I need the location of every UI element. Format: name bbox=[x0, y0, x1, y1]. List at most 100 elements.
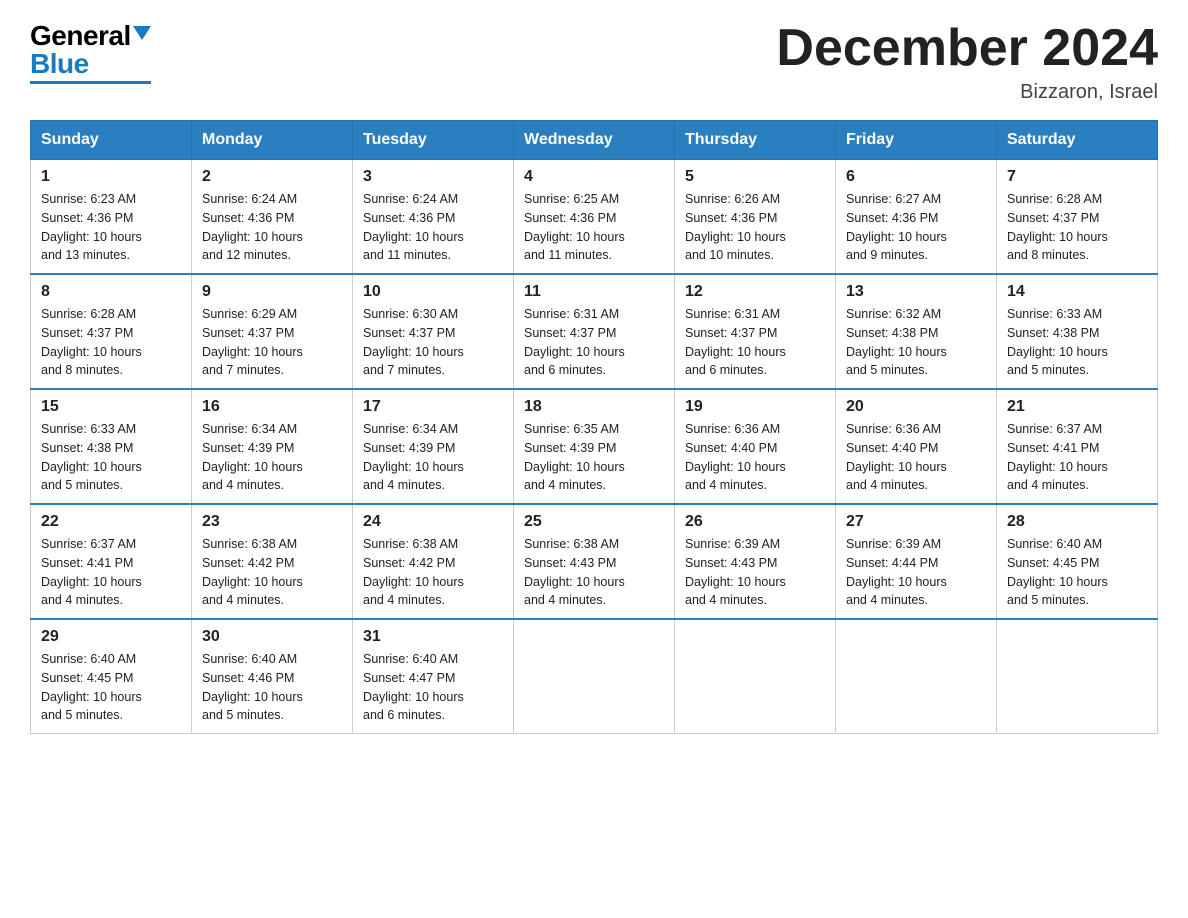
day-info: Sunrise: 6:28 AMSunset: 4:37 PMDaylight:… bbox=[41, 305, 181, 380]
table-row: 23 Sunrise: 6:38 AMSunset: 4:42 PMDaylig… bbox=[192, 504, 353, 619]
day-info: Sunrise: 6:26 AMSunset: 4:36 PMDaylight:… bbox=[685, 190, 825, 265]
day-info: Sunrise: 6:24 AMSunset: 4:36 PMDaylight:… bbox=[202, 190, 342, 265]
table-row: 7 Sunrise: 6:28 AMSunset: 4:37 PMDayligh… bbox=[997, 160, 1158, 275]
day-number: 11 bbox=[524, 283, 664, 301]
table-row: 18 Sunrise: 6:35 AMSunset: 4:39 PMDaylig… bbox=[514, 389, 675, 504]
table-row: 20 Sunrise: 6:36 AMSunset: 4:40 PMDaylig… bbox=[836, 389, 997, 504]
calendar-week-row: 1 Sunrise: 6:23 AMSunset: 4:36 PMDayligh… bbox=[31, 160, 1158, 275]
day-number: 26 bbox=[685, 513, 825, 531]
day-info: Sunrise: 6:27 AMSunset: 4:36 PMDaylight:… bbox=[846, 190, 986, 265]
table-row: 31 Sunrise: 6:40 AMSunset: 4:47 PMDaylig… bbox=[353, 619, 514, 734]
day-info: Sunrise: 6:36 AMSunset: 4:40 PMDaylight:… bbox=[685, 420, 825, 495]
day-number: 28 bbox=[1007, 513, 1147, 531]
day-number: 17 bbox=[363, 398, 503, 416]
col-friday: Friday bbox=[836, 121, 997, 160]
day-number: 22 bbox=[41, 513, 181, 531]
day-info: Sunrise: 6:32 AMSunset: 4:38 PMDaylight:… bbox=[846, 305, 986, 380]
day-number: 1 bbox=[41, 168, 181, 186]
calendar-week-row: 8 Sunrise: 6:28 AMSunset: 4:37 PMDayligh… bbox=[31, 274, 1158, 389]
day-info: Sunrise: 6:39 AMSunset: 4:44 PMDaylight:… bbox=[846, 535, 986, 610]
day-number: 25 bbox=[524, 513, 664, 531]
day-number: 29 bbox=[41, 628, 181, 646]
day-number: 4 bbox=[524, 168, 664, 186]
day-info: Sunrise: 6:28 AMSunset: 4:37 PMDaylight:… bbox=[1007, 190, 1147, 265]
table-row: 29 Sunrise: 6:40 AMSunset: 4:45 PMDaylig… bbox=[31, 619, 192, 734]
day-number: 19 bbox=[685, 398, 825, 416]
day-number: 15 bbox=[41, 398, 181, 416]
day-number: 21 bbox=[1007, 398, 1147, 416]
day-number: 31 bbox=[363, 628, 503, 646]
day-number: 10 bbox=[363, 283, 503, 301]
table-row: 5 Sunrise: 6:26 AMSunset: 4:36 PMDayligh… bbox=[675, 160, 836, 275]
day-number: 2 bbox=[202, 168, 342, 186]
logo-triangle-icon bbox=[133, 26, 151, 40]
day-info: Sunrise: 6:29 AMSunset: 4:37 PMDaylight:… bbox=[202, 305, 342, 380]
logo-blue-text: Blue bbox=[30, 48, 89, 80]
logo-underline bbox=[30, 81, 151, 84]
col-wednesday: Wednesday bbox=[514, 121, 675, 160]
table-row bbox=[836, 619, 997, 734]
day-number: 18 bbox=[524, 398, 664, 416]
table-row: 17 Sunrise: 6:34 AMSunset: 4:39 PMDaylig… bbox=[353, 389, 514, 504]
calendar-week-row: 29 Sunrise: 6:40 AMSunset: 4:45 PMDaylig… bbox=[31, 619, 1158, 734]
day-number: 3 bbox=[363, 168, 503, 186]
day-info: Sunrise: 6:37 AMSunset: 4:41 PMDaylight:… bbox=[1007, 420, 1147, 495]
day-number: 24 bbox=[363, 513, 503, 531]
table-row: 15 Sunrise: 6:33 AMSunset: 4:38 PMDaylig… bbox=[31, 389, 192, 504]
table-row: 26 Sunrise: 6:39 AMSunset: 4:43 PMDaylig… bbox=[675, 504, 836, 619]
day-info: Sunrise: 6:39 AMSunset: 4:43 PMDaylight:… bbox=[685, 535, 825, 610]
day-number: 7 bbox=[1007, 168, 1147, 186]
day-info: Sunrise: 6:37 AMSunset: 4:41 PMDaylight:… bbox=[41, 535, 181, 610]
header-title-block: December 2024 Bizzaron, Israel bbox=[776, 20, 1158, 104]
day-info: Sunrise: 6:34 AMSunset: 4:39 PMDaylight:… bbox=[202, 420, 342, 495]
table-row: 16 Sunrise: 6:34 AMSunset: 4:39 PMDaylig… bbox=[192, 389, 353, 504]
day-info: Sunrise: 6:38 AMSunset: 4:42 PMDaylight:… bbox=[202, 535, 342, 610]
day-info: Sunrise: 6:30 AMSunset: 4:37 PMDaylight:… bbox=[363, 305, 503, 380]
calendar-week-row: 15 Sunrise: 6:33 AMSunset: 4:38 PMDaylig… bbox=[31, 389, 1158, 504]
day-number: 20 bbox=[846, 398, 986, 416]
location-label: Bizzaron, Israel bbox=[776, 81, 1158, 104]
day-info: Sunrise: 6:33 AMSunset: 4:38 PMDaylight:… bbox=[1007, 305, 1147, 380]
table-row bbox=[997, 619, 1158, 734]
table-row: 4 Sunrise: 6:25 AMSunset: 4:36 PMDayligh… bbox=[514, 160, 675, 275]
day-number: 8 bbox=[41, 283, 181, 301]
table-row: 25 Sunrise: 6:38 AMSunset: 4:43 PMDaylig… bbox=[514, 504, 675, 619]
day-info: Sunrise: 6:40 AMSunset: 4:45 PMDaylight:… bbox=[41, 650, 181, 725]
table-row: 24 Sunrise: 6:38 AMSunset: 4:42 PMDaylig… bbox=[353, 504, 514, 619]
day-number: 27 bbox=[846, 513, 986, 531]
col-sunday: Sunday bbox=[31, 121, 192, 160]
table-row bbox=[514, 619, 675, 734]
table-row: 6 Sunrise: 6:27 AMSunset: 4:36 PMDayligh… bbox=[836, 160, 997, 275]
calendar-week-row: 22 Sunrise: 6:37 AMSunset: 4:41 PMDaylig… bbox=[31, 504, 1158, 619]
day-info: Sunrise: 6:40 AMSunset: 4:45 PMDaylight:… bbox=[1007, 535, 1147, 610]
day-info: Sunrise: 6:38 AMSunset: 4:42 PMDaylight:… bbox=[363, 535, 503, 610]
day-info: Sunrise: 6:38 AMSunset: 4:43 PMDaylight:… bbox=[524, 535, 664, 610]
day-number: 16 bbox=[202, 398, 342, 416]
table-row: 11 Sunrise: 6:31 AMSunset: 4:37 PMDaylig… bbox=[514, 274, 675, 389]
day-info: Sunrise: 6:34 AMSunset: 4:39 PMDaylight:… bbox=[363, 420, 503, 495]
table-row: 22 Sunrise: 6:37 AMSunset: 4:41 PMDaylig… bbox=[31, 504, 192, 619]
table-row: 8 Sunrise: 6:28 AMSunset: 4:37 PMDayligh… bbox=[31, 274, 192, 389]
col-monday: Monday bbox=[192, 121, 353, 160]
table-row: 10 Sunrise: 6:30 AMSunset: 4:37 PMDaylig… bbox=[353, 274, 514, 389]
table-row: 1 Sunrise: 6:23 AMSunset: 4:36 PMDayligh… bbox=[31, 160, 192, 275]
day-number: 13 bbox=[846, 283, 986, 301]
day-number: 6 bbox=[846, 168, 986, 186]
table-row: 14 Sunrise: 6:33 AMSunset: 4:38 PMDaylig… bbox=[997, 274, 1158, 389]
calendar-header-row: Sunday Monday Tuesday Wednesday Thursday… bbox=[31, 121, 1158, 160]
table-row: 21 Sunrise: 6:37 AMSunset: 4:41 PMDaylig… bbox=[997, 389, 1158, 504]
day-number: 9 bbox=[202, 283, 342, 301]
day-info: Sunrise: 6:40 AMSunset: 4:47 PMDaylight:… bbox=[363, 650, 503, 725]
table-row: 3 Sunrise: 6:24 AMSunset: 4:36 PMDayligh… bbox=[353, 160, 514, 275]
day-info: Sunrise: 6:33 AMSunset: 4:38 PMDaylight:… bbox=[41, 420, 181, 495]
day-info: Sunrise: 6:36 AMSunset: 4:40 PMDaylight:… bbox=[846, 420, 986, 495]
day-info: Sunrise: 6:25 AMSunset: 4:36 PMDaylight:… bbox=[524, 190, 664, 265]
month-title: December 2024 bbox=[776, 20, 1158, 77]
day-number: 5 bbox=[685, 168, 825, 186]
table-row: 13 Sunrise: 6:32 AMSunset: 4:38 PMDaylig… bbox=[836, 274, 997, 389]
table-row: 2 Sunrise: 6:24 AMSunset: 4:36 PMDayligh… bbox=[192, 160, 353, 275]
day-info: Sunrise: 6:40 AMSunset: 4:46 PMDaylight:… bbox=[202, 650, 342, 725]
table-row: 9 Sunrise: 6:29 AMSunset: 4:37 PMDayligh… bbox=[192, 274, 353, 389]
table-row: 27 Sunrise: 6:39 AMSunset: 4:44 PMDaylig… bbox=[836, 504, 997, 619]
page-header: General Blue December 2024 Bizzaron, Isr… bbox=[30, 20, 1158, 104]
